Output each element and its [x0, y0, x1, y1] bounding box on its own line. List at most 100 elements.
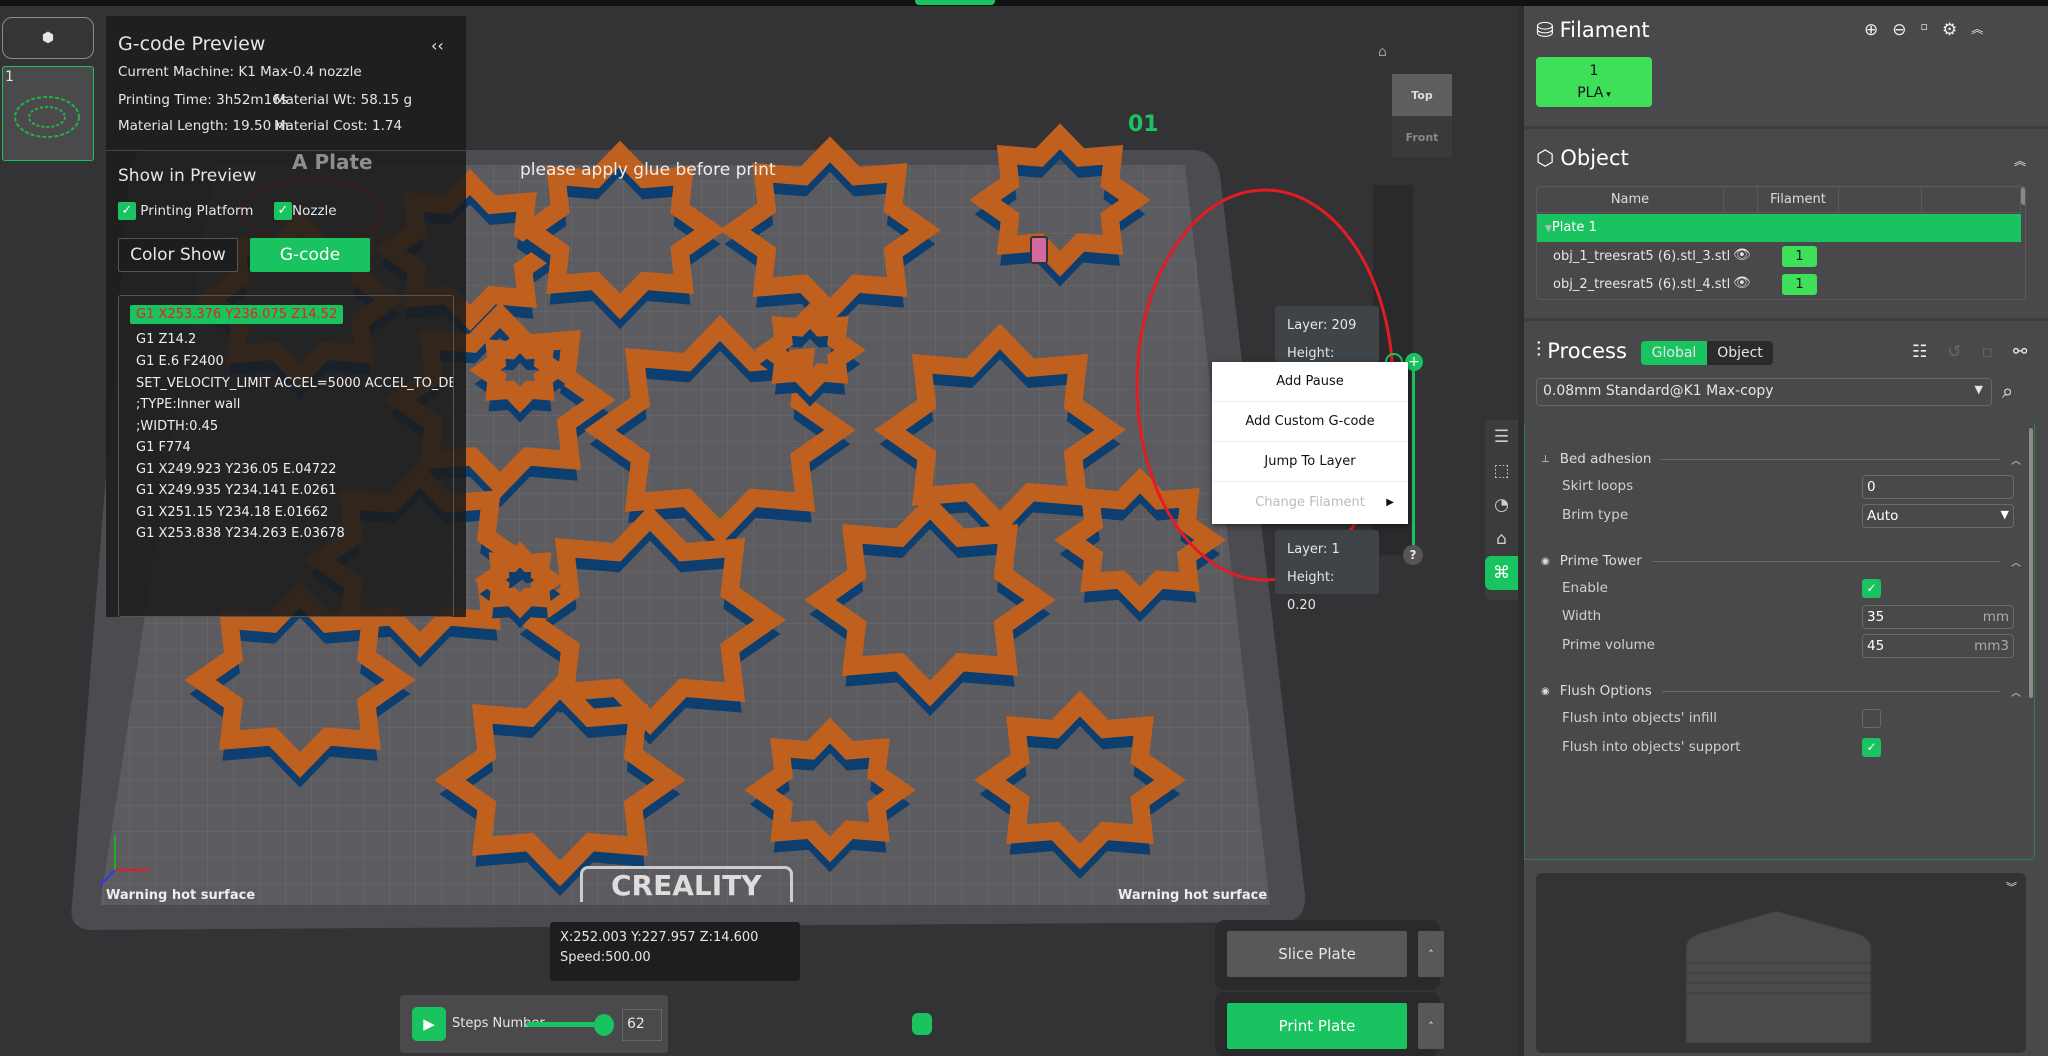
flush-support-checkbox[interactable]: ✓ [1862, 738, 1881, 757]
collapse-panel-button[interactable]: ‹‹ [431, 36, 444, 55]
print-plate-button[interactable]: Print Plate [1227, 1003, 1407, 1049]
help-button[interactable]: ? [1403, 545, 1423, 565]
collapse-chevron-icon[interactable]: ︽ [2014, 152, 2026, 169]
group-flush-options[interactable]: ◉ Flush Options ︿ [1541, 683, 2021, 699]
share-icon[interactable]: ⚯ [2013, 342, 2027, 362]
process-scope-toggle: Global Object [1641, 341, 1773, 365]
search-icon[interactable]: ⌕ [2002, 379, 2013, 403]
column-header-name[interactable]: Name [1537, 187, 1724, 213]
tab-object[interactable]: Object [1707, 341, 1773, 365]
play-button[interactable]: ▶ [412, 1007, 446, 1041]
prime-tower-icon[interactable]: ⌘ [1485, 556, 1518, 590]
prime-volume-input[interactable]: 45 mm3 [1862, 634, 2014, 658]
bed-adhesion-icon: ⊥ [1541, 453, 1550, 465]
view-cube[interactable]: Top Front [1392, 74, 1452, 158]
list-icon[interactable]: ☷ [1912, 342, 1927, 362]
gcode-line-current[interactable]: G1 X253.376 Y236.075 Z14.52 [130, 305, 344, 324]
flush-infill-checkbox[interactable] [1862, 709, 1881, 728]
gcode-line[interactable]: SET_VELOCITY_LIMIT ACCEL=5000 ACCEL_TO_D… [136, 376, 453, 391]
plate-thumbnail[interactable]: 1 [2, 66, 94, 161]
gcode-tab[interactable]: G-code [250, 238, 370, 272]
plate-row[interactable]: ▼Plate 1 [1537, 214, 2021, 242]
slice-options-button[interactable]: ˄ [1418, 931, 1444, 977]
gcode-line[interactable]: G1 F774 [136, 440, 191, 455]
layers-view-icon[interactable] [912, 1013, 932, 1035]
speedometer-icon[interactable]: ◔ [1485, 488, 1518, 522]
support-icon[interactable]: ⌂ [1485, 522, 1518, 556]
gear-icon[interactable]: ⚙ [1942, 20, 1957, 40]
dropdown-icon: ▼ [1974, 383, 1983, 396]
scrollbar[interactable] [2021, 187, 2025, 205]
filament-chip[interactable]: 1 PLA ▾ [1536, 57, 1652, 107]
unit: mm3 [1974, 638, 2009, 654]
gcode-line[interactable]: G1 X253.838 Y234.263 E.03678 [136, 526, 345, 541]
view-front-button[interactable]: Front [1392, 116, 1452, 158]
width-input[interactable]: 35 mm [1862, 605, 2014, 629]
object-name: obj_1_treesrat5 (6).stl_3.stl [1553, 249, 1731, 264]
skirt-loops-input[interactable]: 0 [1862, 475, 2014, 499]
menu-item-add-custom-gcode[interactable]: Add Custom G-code [1212, 402, 1408, 442]
gcode-line[interactable]: ;WIDTH:0.45 [136, 419, 218, 434]
menu-item-jump-to-layer[interactable]: Jump To Layer [1212, 442, 1408, 482]
dropdown-icon: ▾ [1603, 90, 1611, 100]
eye-icon[interactable]: 👁 [1733, 275, 1751, 291]
color-show-tab[interactable]: Color Show [118, 238, 238, 272]
prime-volume-label: Prime volume [1562, 637, 1655, 653]
prime-tower-preview-image [1685, 910, 1872, 1044]
scrollbar[interactable] [2029, 428, 2033, 698]
gcode-line[interactable]: G1 E.6 F2400 [136, 354, 224, 369]
speed-text: Speed:500.00 [560, 950, 651, 965]
bounding-box-icon[interactable]: ⬚ [1485, 454, 1518, 488]
column-header-filament[interactable]: Filament [1758, 187, 1839, 213]
edit-filament-icon[interactable]: ▫ [1921, 20, 1928, 40]
print-options-button[interactable]: ˄ [1418, 1003, 1444, 1049]
table-row[interactable]: obj_2_treesrat5 (6).stl_4.stl 👁 1 [1537, 271, 2021, 299]
eye-icon[interactable]: 👁 [1733, 247, 1751, 263]
gcode-line[interactable]: G1 X251.15 Y234.18 E.01662 [136, 505, 328, 520]
object-table: Name Filament ▼Plate 1 obj_1_treesrat5 (… [1536, 186, 2026, 300]
skirt-loops-label: Skirt loops [1562, 478, 1634, 494]
group-prime-tower[interactable]: ◉ Prime Tower ︿ [1541, 553, 2021, 569]
input-value: 45 [1867, 638, 1885, 654]
gcode-list[interactable]: G1 X253.376 Y236.075 Z14.52 G1 Z14.2 G1 … [118, 295, 454, 617]
enable-label: Enable [1562, 580, 1608, 596]
object-title: Object [1560, 146, 1629, 170]
tab-global[interactable]: Global [1641, 341, 1707, 365]
object-name: obj_2_treesrat5 (6).stl_4.stl [1553, 277, 1731, 292]
collapse-chevron-icon[interactable]: ︽ [1971, 20, 1983, 40]
menu-item-add-pause[interactable]: Add Pause [1212, 362, 1408, 402]
steps-slider-handle[interactable] [594, 1014, 614, 1036]
home-icon[interactable]: ⌂ [1378, 44, 1387, 60]
gcode-line[interactable]: G1 X249.935 Y234.141 E.0261 [136, 483, 337, 498]
material-weight: Material Wt: 58.15 g [274, 92, 413, 108]
filament-type-dropdown[interactable]: PLA ▾ [1536, 82, 1652, 106]
layers-icon[interactable]: ☰ [1485, 420, 1518, 454]
object-filament[interactable]: 1 [1782, 246, 1817, 267]
add-plate-button[interactable]: ⬢ [2, 17, 94, 59]
group-bed-adhesion[interactable]: ⊥ Bed adhesion ︿ [1541, 451, 2021, 467]
nozzle-checkbox[interactable]: ✓ Nozzle [274, 202, 337, 220]
gcode-line[interactable]: ;TYPE:Inner wall [136, 397, 240, 412]
bed-plate-label: A Plate [292, 150, 373, 174]
table-row[interactable]: obj_1_treesrat5 (6).stl_3.stl 👁 1 [1537, 243, 2021, 271]
process-preset-dropdown[interactable]: 0.08mm Standard@K1 Max-copy ▼ [1536, 378, 1992, 406]
brim-type-select[interactable]: Auto ▼ [1862, 504, 2014, 528]
filament-spool-icon: ⛁ [1536, 18, 1554, 42]
plate-id: 01 [1128, 112, 1159, 137]
add-filament-icon[interactable]: ⊕ [1864, 20, 1878, 40]
remove-filament-icon[interactable]: ⊖ [1892, 20, 1906, 40]
menu-label: Jump To Layer [1264, 454, 1356, 469]
printing-platform-checkbox[interactable]: ✓ Printing Platform [118, 202, 253, 220]
gcode-line[interactable]: G1 Z14.2 [136, 332, 196, 347]
slice-plate-button[interactable]: Slice Plate [1227, 931, 1407, 977]
view-top-button[interactable]: Top [1392, 74, 1452, 116]
scrollbar[interactable] [453, 308, 454, 336]
enable-checkbox[interactable]: ✓ [1862, 579, 1881, 598]
object-filament[interactable]: 1 [1782, 274, 1817, 295]
steps-slider-track[interactable] [526, 1022, 604, 1027]
save-icon: ▫ [1981, 342, 1994, 362]
steps-input[interactable]: 62 [622, 1009, 662, 1041]
bed-glue-label: please apply glue before print [520, 160, 776, 180]
undo-icon: ↺ [1947, 342, 1962, 362]
gcode-line[interactable]: G1 X249.923 Y236.05 E.04722 [136, 462, 337, 477]
